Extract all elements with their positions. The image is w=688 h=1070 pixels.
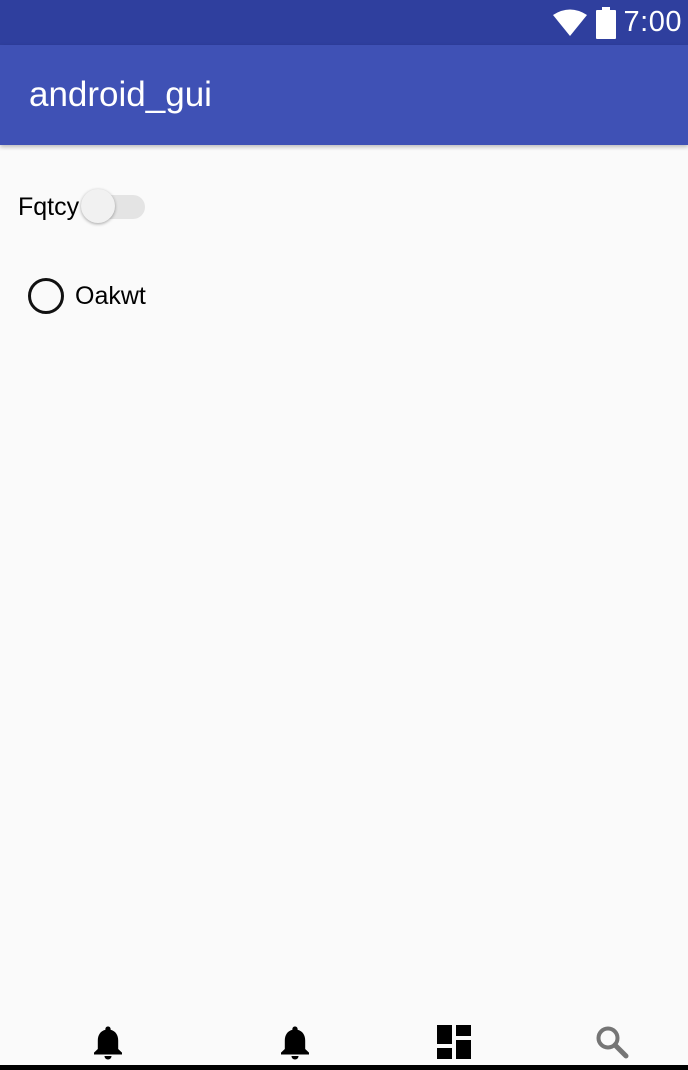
switch-label: Fqtcy bbox=[18, 192, 80, 221]
bottom-navigation bbox=[0, 1015, 688, 1065]
bottom-edge-divider bbox=[0, 1065, 688, 1070]
status-time: 7:00 bbox=[623, 6, 682, 38]
app-bar: android_gui bbox=[0, 45, 688, 145]
switch-thumb[interactable] bbox=[81, 189, 116, 223]
bell-icon bbox=[92, 1025, 124, 1060]
status-bar: 7:00 bbox=[0, 0, 688, 45]
search-icon bbox=[595, 1025, 629, 1059]
status-icons: 7:00 bbox=[552, 0, 682, 45]
nav-item-notifications[interactable] bbox=[88, 1025, 128, 1065]
bell-icon bbox=[279, 1025, 311, 1060]
oakwt-radio-button[interactable]: Oakwt bbox=[28, 276, 146, 316]
nav-item-dashboard[interactable] bbox=[434, 1025, 474, 1065]
switch-row: Fqtcy bbox=[18, 185, 146, 229]
app-title: android_gui bbox=[29, 75, 212, 114]
dashboard-icon bbox=[437, 1025, 471, 1059]
radio-circle-icon[interactable] bbox=[28, 278, 64, 314]
nav-item-search[interactable] bbox=[592, 1025, 632, 1065]
battery-icon bbox=[595, 6, 616, 39]
radio-label: Oakwt bbox=[75, 281, 146, 310]
nav-item-alerts[interactable] bbox=[275, 1025, 315, 1065]
wifi-icon bbox=[552, 9, 588, 37]
fqtcy-switch[interactable] bbox=[79, 185, 146, 229]
